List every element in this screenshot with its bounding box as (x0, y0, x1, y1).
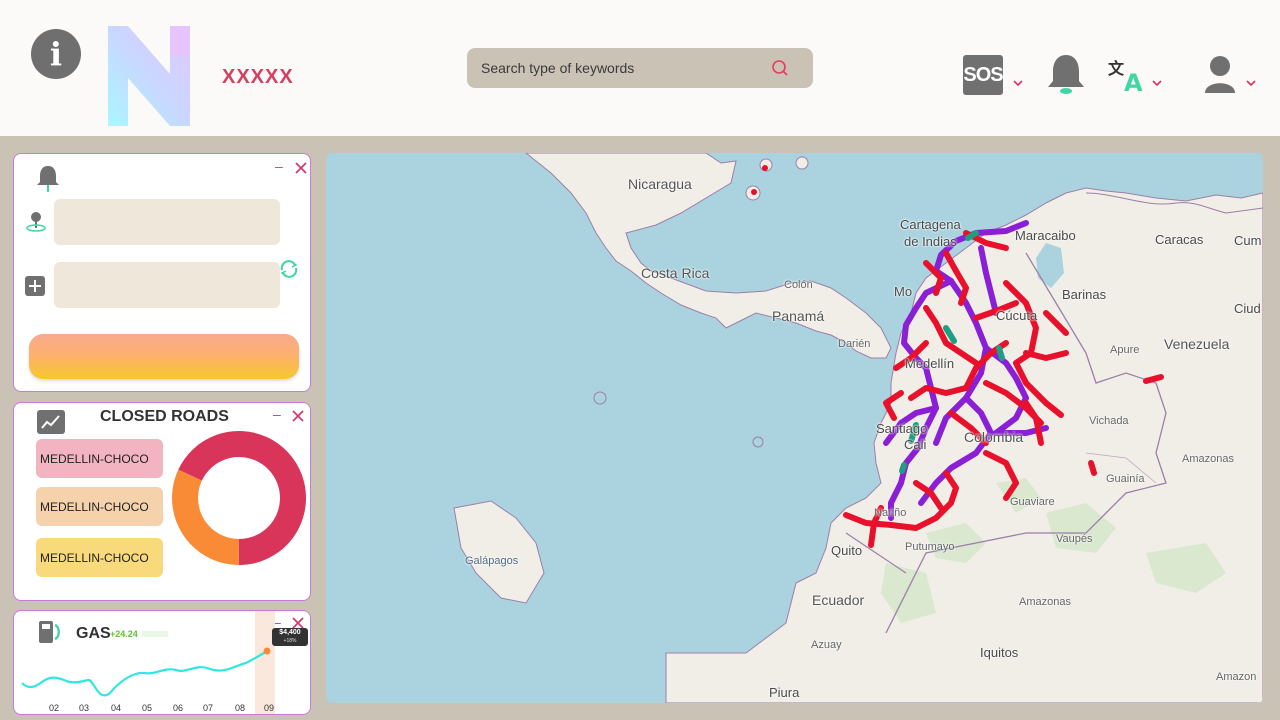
road-map[interactable]: Nicaragua Costa Rica Colón Panamá Darién… (326, 153, 1263, 703)
x-tick-label: 03 (79, 703, 90, 713)
x-tick-label: 09 (264, 703, 275, 713)
trend-chart-icon (37, 410, 65, 434)
info-button[interactable]: i (31, 29, 81, 79)
alert-form-panel: – (13, 153, 311, 392)
notifications-bell-icon[interactable] (1046, 53, 1086, 97)
gas-panel: GAS +24.24 – $4,400 +18% 02 03 04 05 06 … (13, 610, 311, 715)
closed-roads-donut-chart (172, 430, 306, 565)
map-label: Amazonas (1182, 453, 1234, 465)
map-label: Panamá (772, 308, 825, 324)
x-tick-label: 05 (142, 703, 153, 713)
map-label: de Indias (904, 234, 957, 249)
search-bar (467, 48, 813, 88)
chevron-down-icon[interactable] (1152, 79, 1162, 87)
map-label: Nariño (874, 507, 907, 519)
svg-text:文: 文 (1108, 59, 1125, 78)
map-label: Vichada (1089, 415, 1129, 427)
map-label: Santiago (876, 421, 928, 436)
gas-price-tooltip: $4,400 +18% (272, 628, 308, 646)
closed-roads-panel: CLOSED ROADS – MEDELLIN-CHOCO MEDELLIN-C… (13, 402, 311, 601)
search-input[interactable] (481, 48, 761, 88)
gas-price-value: $4,400 (279, 629, 301, 636)
map-label: Mo (894, 284, 913, 299)
minimize-button[interactable]: – (275, 158, 283, 174)
map-label: Vaupés (1056, 533, 1093, 545)
map-label: Guainía (1106, 473, 1145, 485)
map-label: Amazon (1216, 671, 1257, 683)
close-icon[interactable] (295, 162, 307, 174)
map-label: Maracaibo (1015, 228, 1076, 243)
map-label: Costa Rica (641, 265, 710, 281)
translate-icon[interactable]: 文 A (1108, 58, 1148, 94)
x-tick-label: 08 (235, 703, 246, 713)
bell-pin-icon (37, 166, 59, 192)
map-label: Cúcuta (996, 308, 1038, 323)
gas-current-point (263, 647, 271, 655)
brand-name: XXXXX (222, 66, 294, 88)
map-label: Barinas (1062, 287, 1107, 302)
submit-button[interactable] (29, 334, 299, 379)
detail-field[interactable] (54, 262, 280, 308)
refresh-icon[interactable] (278, 258, 300, 280)
x-tick-label: 07 (203, 703, 214, 713)
map-label: Ecuador (812, 592, 865, 608)
location-pin-icon (26, 212, 46, 232)
map-label: Piura (769, 685, 800, 700)
x-tick-label: 06 (173, 703, 184, 713)
minimize-button[interactable]: – (273, 406, 281, 422)
map-label: Quito (831, 543, 863, 558)
closed-road-item[interactable]: MEDELLIN-CHOCO (36, 538, 163, 577)
map-label: Galápagos (465, 555, 519, 567)
map-label: Apure (1110, 344, 1140, 356)
map-label: Cartagena (900, 217, 961, 232)
closed-roads-title: CLOSED ROADS (100, 408, 229, 425)
search-icon[interactable] (771, 59, 789, 77)
svg-text:A: A (1124, 69, 1143, 94)
sos-label: SOS (963, 63, 1003, 86)
close-icon[interactable] (292, 410, 304, 422)
closed-road-label: MEDELLIN-CHOCO (40, 499, 149, 514)
info-icon: i (49, 35, 63, 73)
gas-price-line-chart (21, 647, 271, 697)
add-square-icon[interactable] (25, 276, 45, 296)
map-label: Colón (784, 279, 813, 291)
top-bar: i XXXXX SOS 文 A (0, 0, 1280, 136)
map-label: Putumayo (905, 541, 955, 553)
map-label: Colombia (964, 429, 1024, 445)
closed-road-label: MEDELLIN-CHOCO (40, 550, 149, 565)
sos-button[interactable]: SOS (963, 55, 1004, 95)
chevron-down-icon[interactable] (1246, 79, 1256, 87)
map-label: Nicaragua (628, 176, 692, 192)
map-label: Iquitos (980, 645, 1019, 660)
map-label: Ciud (1234, 301, 1261, 316)
map-label: Guaviare (1010, 496, 1055, 508)
closed-road-item[interactable]: MEDELLIN-CHOCO (36, 487, 163, 526)
map-label: Azuay (811, 639, 842, 651)
map-label: Caracas (1155, 232, 1204, 247)
app-logo (108, 26, 190, 126)
closed-road-label: MEDELLIN-CHOCO (40, 451, 149, 466)
map-label: Cum (1234, 233, 1262, 248)
map-label: Cali (904, 437, 927, 452)
gas-price-change: +18% (283, 638, 297, 644)
closed-road-item[interactable]: MEDELLIN-CHOCO (36, 439, 163, 478)
user-avatar-icon[interactable] (1203, 55, 1237, 95)
map-label: Darién (838, 338, 871, 350)
x-tick-label: 04 (111, 703, 122, 713)
map-label: Medellín (905, 356, 955, 371)
map-label: Amazonas (1019, 596, 1071, 608)
map-canvas[interactable] (326, 153, 1263, 703)
location-field[interactable] (54, 199, 280, 245)
x-tick-label: 02 (49, 703, 60, 713)
map-label: Venezuela (1164, 336, 1230, 352)
chevron-down-icon[interactable] (1013, 79, 1023, 87)
